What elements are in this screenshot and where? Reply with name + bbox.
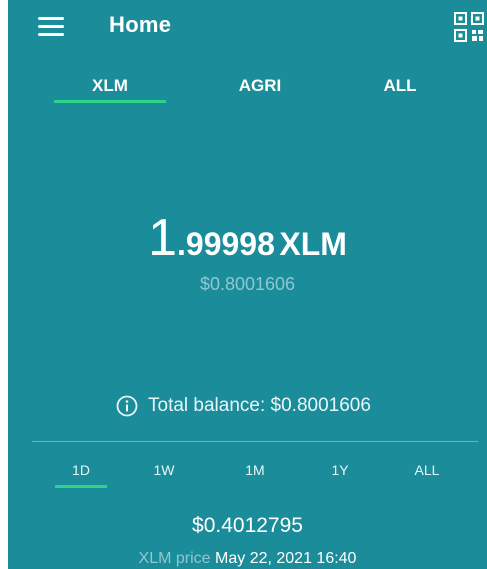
- tab-agri-label: AGRI: [238, 76, 282, 95]
- period-tab-1m[interactable]: 1M: [229, 462, 281, 478]
- page-title: Home: [109, 12, 172, 37]
- info-icon[interactable]: [116, 395, 138, 417]
- balance-usd-value: $0.8001606: [199, 274, 296, 294]
- balance-amount: 1.99998 XLM: [8, 208, 487, 268]
- price-label: XLM price: [138, 550, 211, 567]
- tab-xlm-label: XLM: [92, 76, 128, 95]
- tab-agri[interactable]: AGRI: [204, 76, 316, 96]
- divider: [32, 441, 478, 442]
- price-timestamp: May 22, 2021 16:40: [215, 550, 357, 567]
- xlm-price-value: $0.4012795: [192, 514, 303, 537]
- total-balance[interactable]: Total balance: $0.8001606: [116, 395, 371, 417]
- selected-period-indicator: [55, 485, 107, 488]
- hamburger-menu-icon[interactable]: [38, 16, 64, 36]
- app-screen: Home XLM AGRI ALL 1.99998 XLM $0.8001606…: [8, 0, 487, 569]
- period-tab-1w[interactable]: 1W: [138, 462, 190, 478]
- tab-all[interactable]: ALL: [344, 76, 456, 96]
- balance-decimal: .99998: [177, 226, 275, 262]
- period-tab-all[interactable]: ALL: [401, 462, 453, 478]
- tab-xlm[interactable]: XLM: [54, 76, 166, 96]
- total-balance-text: Total balance: $0.8001606: [148, 395, 371, 416]
- period-tab-1d[interactable]: 1D: [55, 462, 107, 478]
- selected-tab-indicator: [54, 100, 166, 103]
- balance-integer: 1: [148, 209, 178, 267]
- tab-all-label: ALL: [383, 76, 417, 95]
- qr-code-icon[interactable]: [454, 12, 484, 42]
- period-tab-1y[interactable]: 1Y: [314, 462, 366, 478]
- price-meta: XLM price May 22, 2021 16:40: [8, 550, 487, 568]
- balance-unit: XLM: [279, 226, 347, 262]
